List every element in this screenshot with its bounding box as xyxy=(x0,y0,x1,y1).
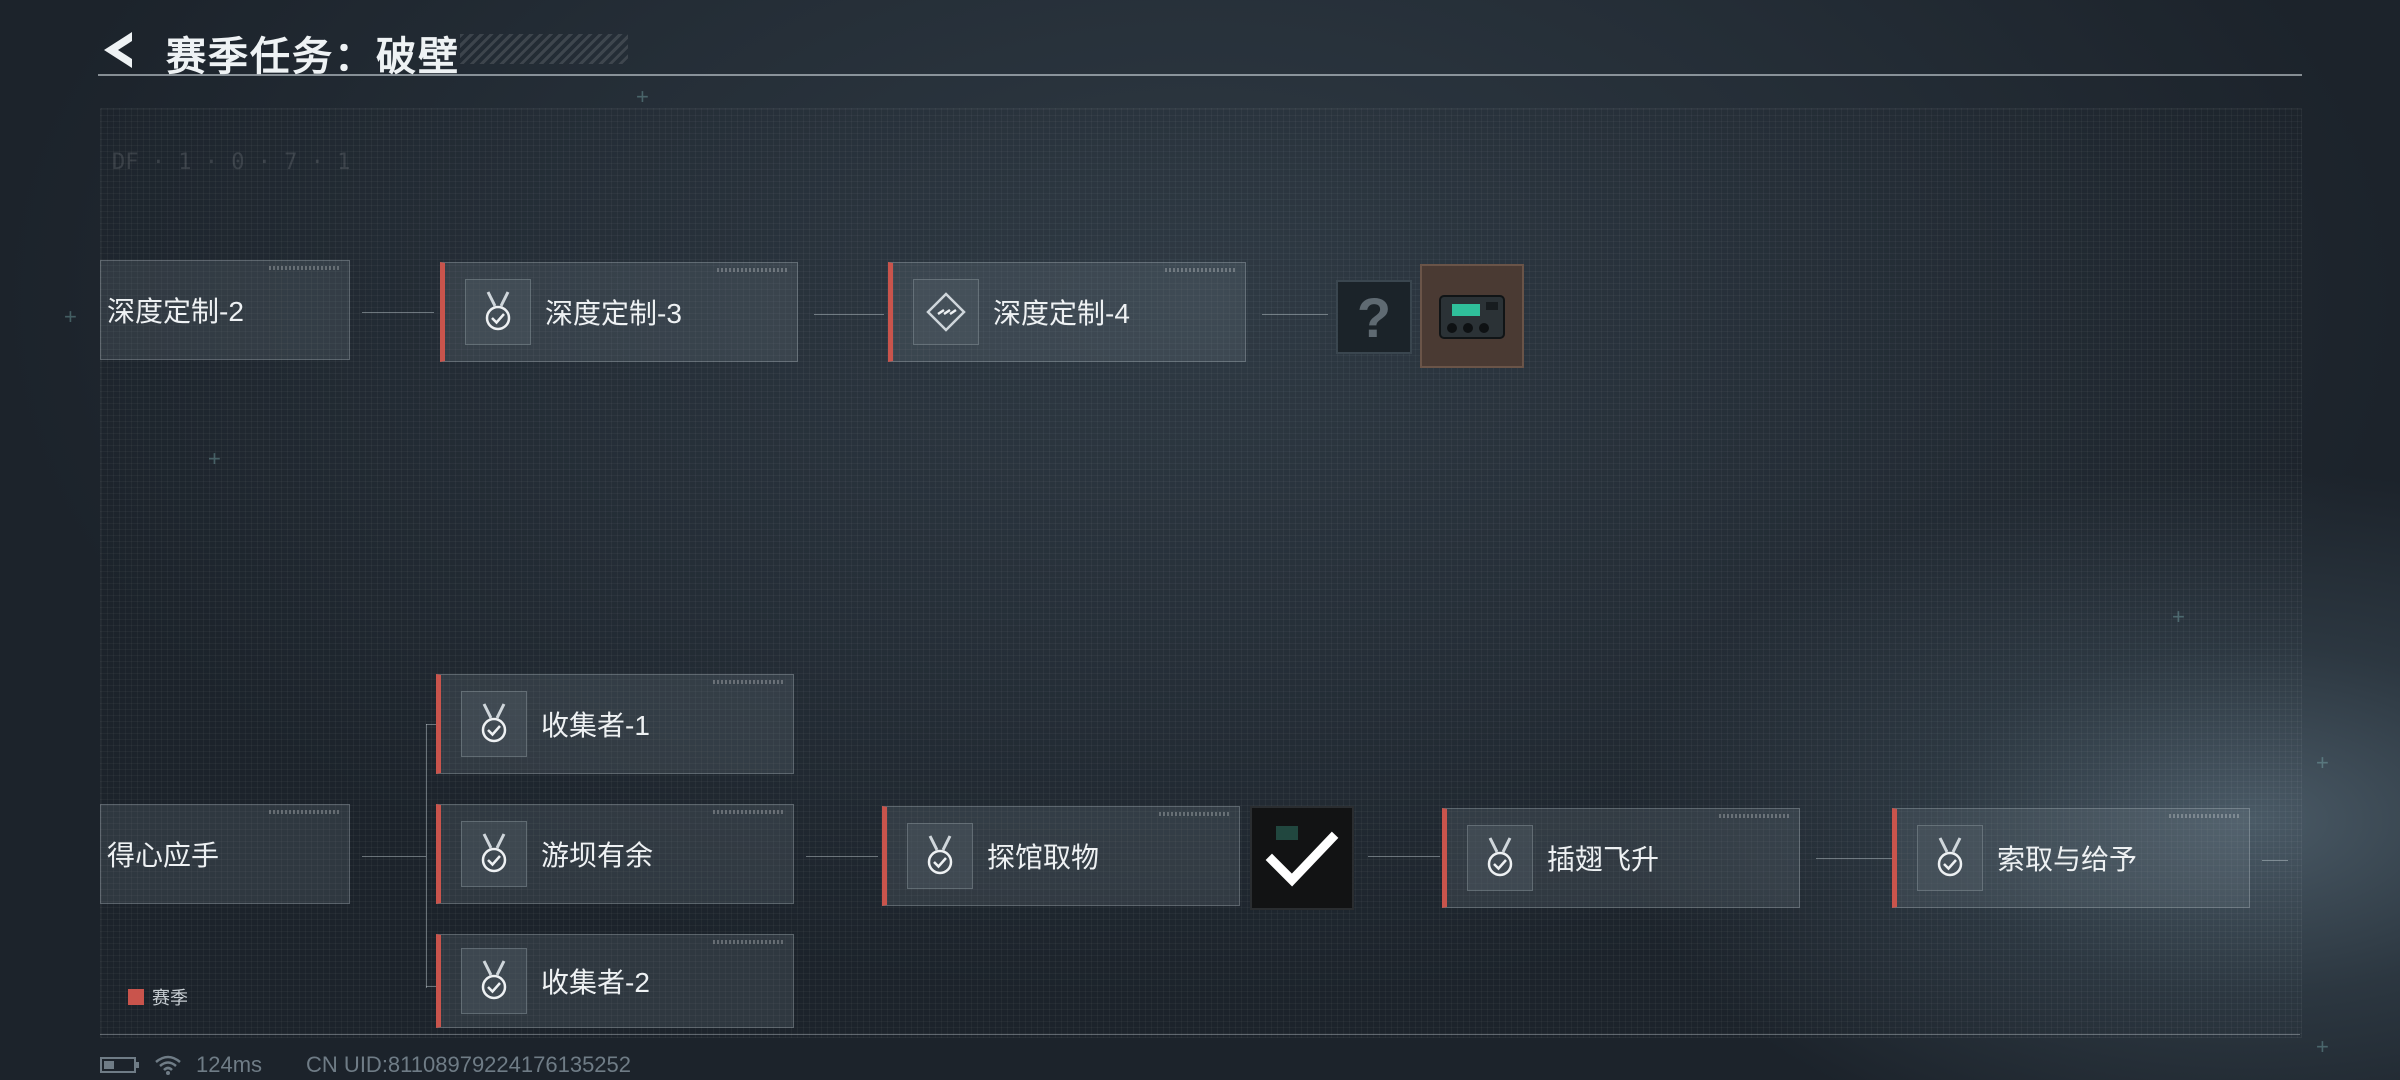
connector-line xyxy=(426,724,436,725)
reward-item[interactable] xyxy=(1420,264,1524,368)
medal-check-icon xyxy=(465,279,531,345)
ping-value: 124ms xyxy=(196,1052,263,1077)
crosshair-mark: + xyxy=(2316,1034,2329,1059)
task-node-label: 收集者-1 xyxy=(541,710,650,741)
connector-line xyxy=(814,314,884,315)
bottom-divider xyxy=(100,1034,2300,1035)
device-reward-icon xyxy=(1439,295,1505,339)
medal-check-icon xyxy=(461,691,527,757)
node-decoration xyxy=(713,680,783,684)
task-node-swim-dam[interactable]: 游坝有余 xyxy=(436,804,794,904)
task-node-label: 探馆取物 xyxy=(987,842,1100,873)
crosshair-mark: + xyxy=(208,446,221,471)
node-decoration xyxy=(713,940,783,944)
node-decoration xyxy=(1165,268,1235,272)
decor-code: DF · 1 · 0 · 7 · 1 xyxy=(112,150,351,175)
connector-line xyxy=(2262,860,2288,861)
node-decoration xyxy=(717,268,787,272)
crosshair-mark: + xyxy=(2316,750,2329,775)
task-node-label: 深度定制-4 xyxy=(993,298,1130,329)
header: 赛季任务：破壁 xyxy=(98,20,2302,79)
node-decoration xyxy=(269,266,339,270)
connector-line xyxy=(1262,314,1328,315)
task-node-label: 得心应手 xyxy=(107,840,220,871)
node-decoration xyxy=(1719,814,1789,818)
task-node-label: 索取与给予 xyxy=(1997,844,2138,875)
title-decoration xyxy=(460,34,628,64)
task-node-start[interactable]: 得心应手 xyxy=(100,804,350,904)
medal-check-icon xyxy=(1467,825,1533,891)
task-node-depth-2[interactable]: 深度定制-2 xyxy=(100,260,350,360)
crosshair-mark: + xyxy=(64,304,77,329)
legend: 赛季 xyxy=(128,986,188,1008)
task-node-museum[interactable]: 探馆取物 xyxy=(882,806,1240,906)
task-node-label: 游坝有余 xyxy=(541,840,654,871)
wifi-icon xyxy=(155,1055,181,1075)
back-arrow-icon xyxy=(104,32,132,68)
diamond-dots-icon xyxy=(913,279,979,345)
task-node-label: 插翅飞升 xyxy=(1547,844,1660,875)
checkmark-icon xyxy=(1265,826,1339,887)
legend-swatch xyxy=(128,989,144,1005)
connector-line xyxy=(806,856,878,857)
battery-icon xyxy=(100,1057,139,1073)
legend-label: 赛季 xyxy=(152,988,188,1008)
unknown-reward[interactable]: ? xyxy=(1336,280,1412,354)
node-decoration xyxy=(2169,814,2239,818)
medal-check-icon xyxy=(907,823,973,889)
node-decoration xyxy=(1159,812,1229,816)
task-node-fly-up[interactable]: 插翅飞升 xyxy=(1442,808,1800,908)
node-decoration xyxy=(269,810,339,814)
task-node-collector-2[interactable]: 收集者-2 xyxy=(436,934,794,1028)
connector-line xyxy=(362,856,426,857)
medal-check-icon xyxy=(1917,825,1983,891)
user-uid: CN UID:81108979224176135252 xyxy=(306,1052,632,1077)
medal-check-icon xyxy=(461,948,527,1014)
task-node-label: 收集者-2 xyxy=(541,967,650,998)
crosshair-mark: + xyxy=(2172,604,2185,629)
back-button[interactable] xyxy=(98,28,142,72)
question-mark-icon: ? xyxy=(1356,285,1392,349)
connector-line xyxy=(362,312,434,313)
header-divider xyxy=(98,74,2302,76)
completed-reward[interactable] xyxy=(1250,806,1354,910)
task-node-take-give[interactable]: 索取与给予 xyxy=(1892,808,2250,908)
task-node-depth-3[interactable]: 深度定制-3 xyxy=(440,262,798,362)
medal-check-icon xyxy=(461,821,527,887)
node-decoration xyxy=(713,810,783,814)
task-node-collector-1[interactable]: 收集者-1 xyxy=(436,674,794,774)
task-node-depth-4[interactable]: 深度定制-4 xyxy=(888,262,1246,362)
connector-line xyxy=(1816,858,1892,859)
status-bar: 124ms CN UID:81108979224176135252 xyxy=(100,1052,631,1078)
connector-line xyxy=(426,986,436,987)
connector-line xyxy=(1368,856,1440,857)
task-node-label: 深度定制-2 xyxy=(107,296,244,327)
crosshair-mark: + xyxy=(636,84,649,109)
task-node-label: 深度定制-3 xyxy=(545,298,682,329)
branch-line xyxy=(426,724,427,988)
